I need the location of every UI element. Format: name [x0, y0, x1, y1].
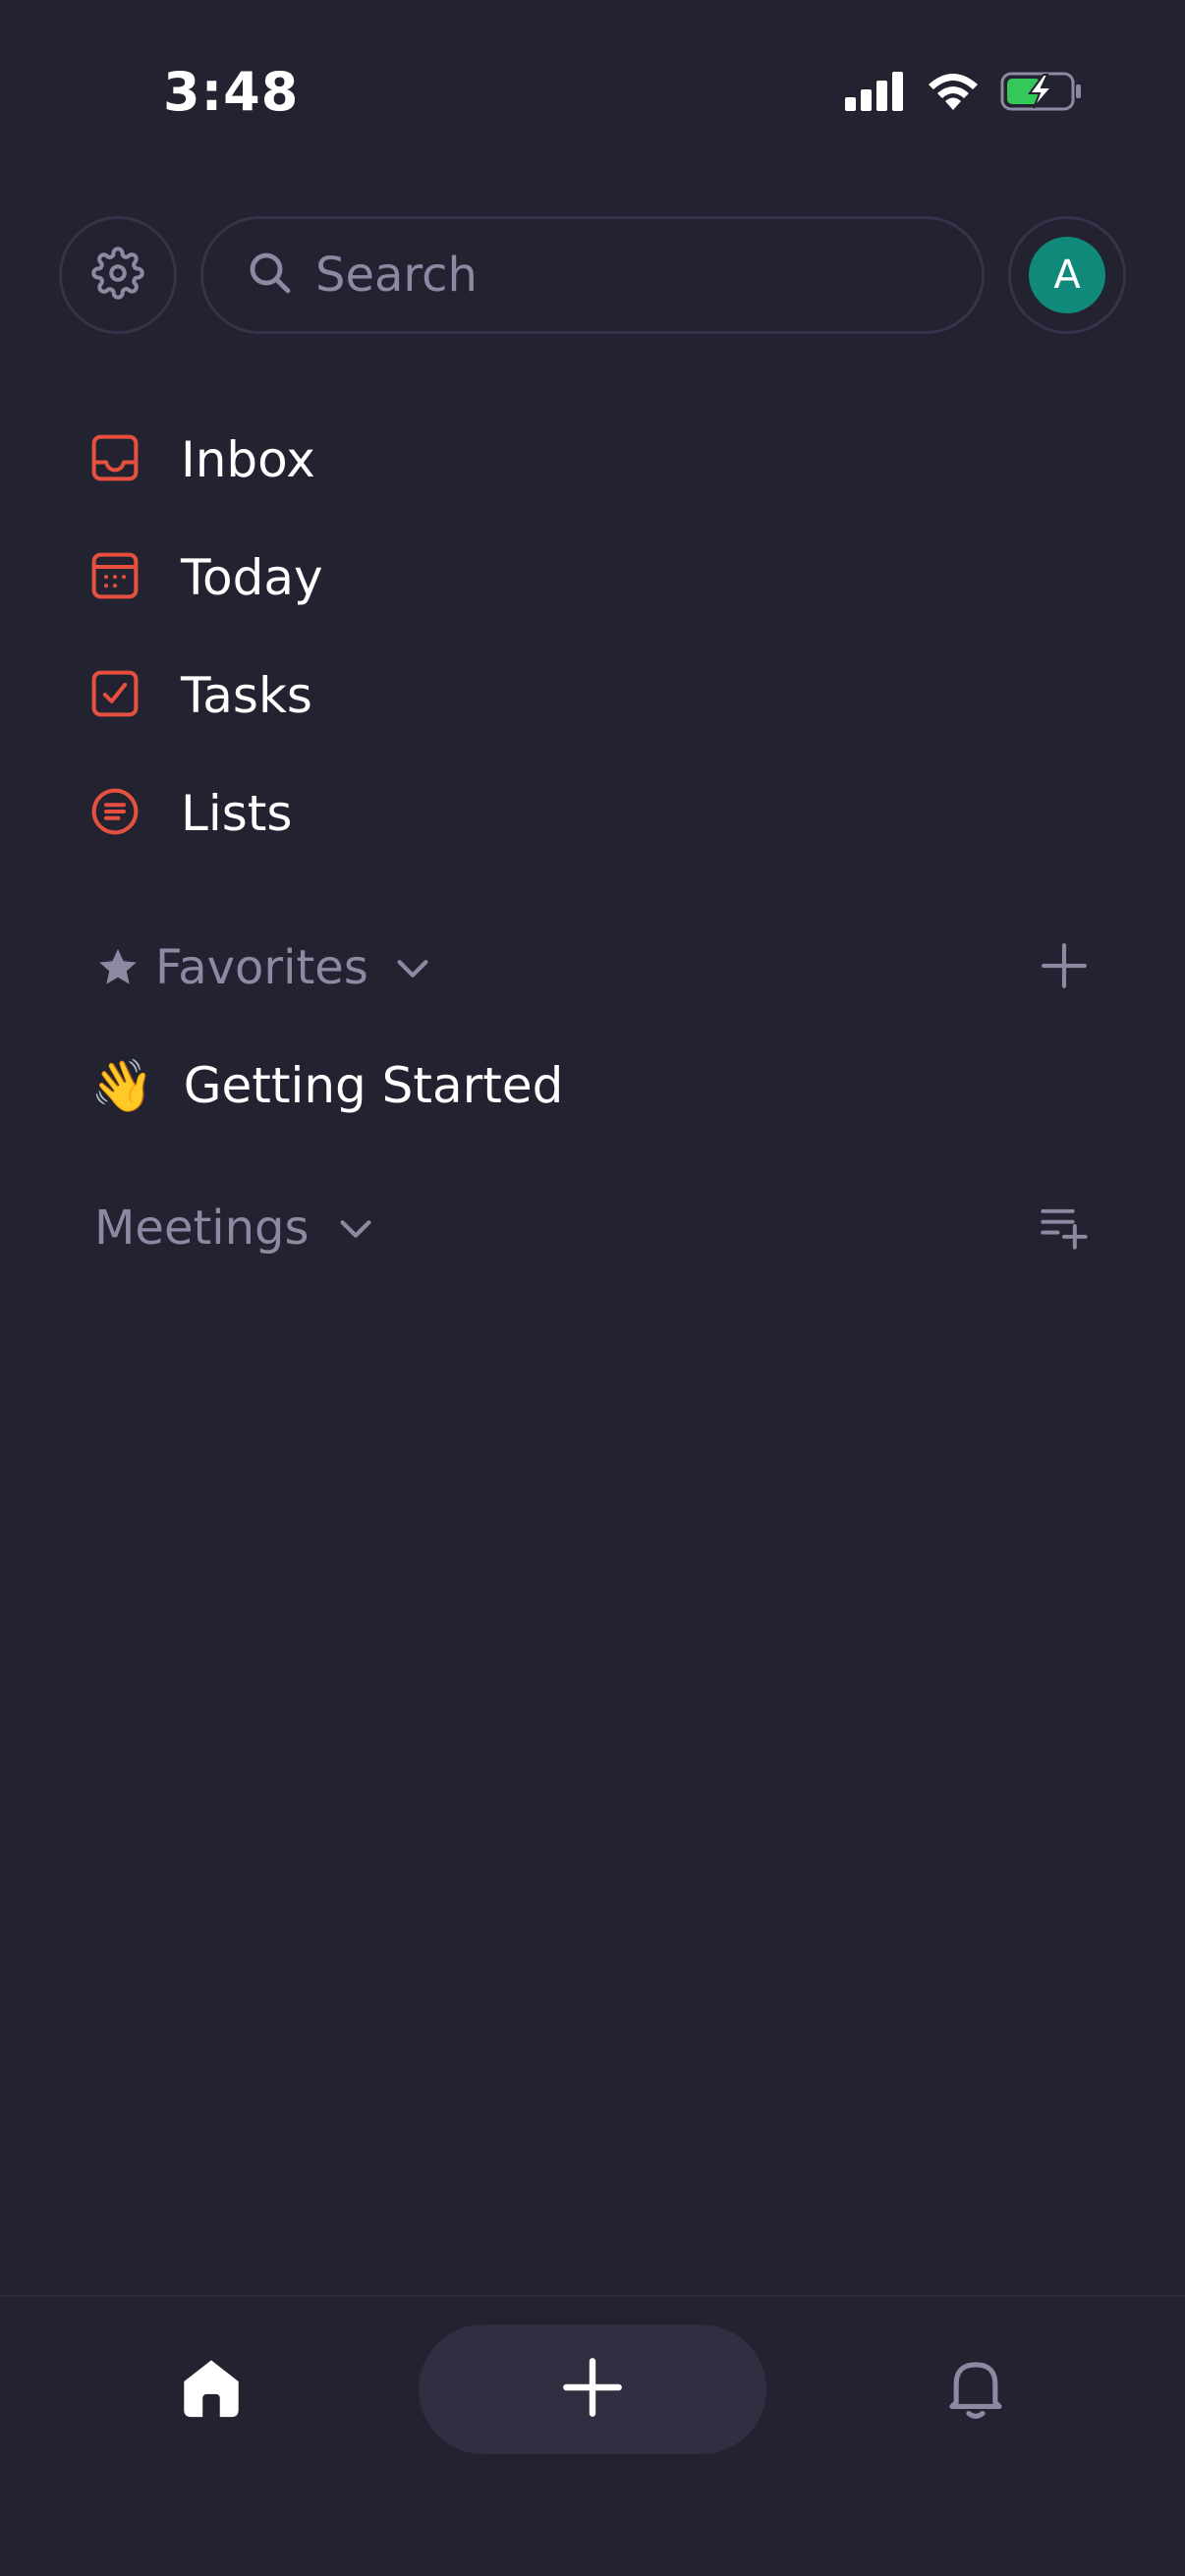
playlist-add-icon	[1039, 1201, 1090, 1256]
create-button[interactable]	[419, 2324, 766, 2454]
status-bar: 3:48	[0, 0, 1185, 196]
bell-icon	[942, 2355, 1009, 2426]
settings-button[interactable]	[59, 216, 177, 334]
top-toolbar: A	[59, 216, 1126, 336]
main-nav: Inbox Today Tasks Lists	[88, 401, 1110, 872]
plus-icon	[1040, 941, 1089, 994]
nav-item-label: Tasks	[181, 667, 312, 724]
nav-item-inbox[interactable]: Inbox	[88, 401, 1110, 519]
plus-icon	[561, 2356, 624, 2423]
calendar-icon	[88, 549, 141, 606]
favorite-item-getting-started[interactable]: 👋 Getting Started	[90, 1041, 563, 1130]
home-tab[interactable]	[167, 2346, 255, 2435]
avatar: A	[1029, 237, 1105, 313]
meetings-title: Meetings	[94, 1201, 310, 1256]
wifi-icon	[926, 71, 981, 116]
search-bar[interactable]	[200, 216, 985, 334]
home-icon	[177, 2354, 246, 2427]
nav-item-label: Lists	[181, 785, 293, 842]
battery-charging-icon	[1000, 71, 1083, 116]
favorites-header[interactable]: Favorites	[94, 924, 1097, 1012]
meetings-header[interactable]: Meetings	[94, 1184, 1097, 1272]
cellular-signal-icon	[845, 72, 906, 115]
search-input[interactable]	[315, 248, 944, 303]
nav-item-label: Inbox	[181, 431, 315, 488]
add-meeting-button[interactable]	[1032, 1196, 1097, 1260]
waving-hand-icon: 👋	[90, 1056, 154, 1116]
gear-icon	[91, 247, 144, 304]
profile-button[interactable]: A	[1008, 216, 1126, 334]
nav-item-tasks[interactable]: Tasks	[88, 637, 1110, 755]
star-icon	[94, 944, 141, 991]
chevron-down-icon	[390, 945, 435, 990]
search-icon	[247, 250, 294, 301]
nav-item-label: Today	[181, 549, 323, 606]
list-icon	[88, 785, 141, 842]
task-check-icon	[88, 667, 141, 724]
bottom-tab-bar	[0, 2295, 1185, 2576]
favorites-title: Favorites	[155, 940, 368, 995]
chevron-down-icon	[333, 1205, 378, 1251]
add-favorite-button[interactable]	[1032, 935, 1097, 1000]
status-time: 3:48	[163, 61, 300, 123]
nav-item-today[interactable]: Today	[88, 519, 1110, 637]
favorite-item-label: Getting Started	[183, 1057, 564, 1114]
status-icons	[845, 71, 1083, 116]
inbox-icon	[88, 431, 141, 488]
notifications-tab[interactable]	[931, 2346, 1020, 2435]
nav-item-lists[interactable]: Lists	[88, 755, 1110, 872]
